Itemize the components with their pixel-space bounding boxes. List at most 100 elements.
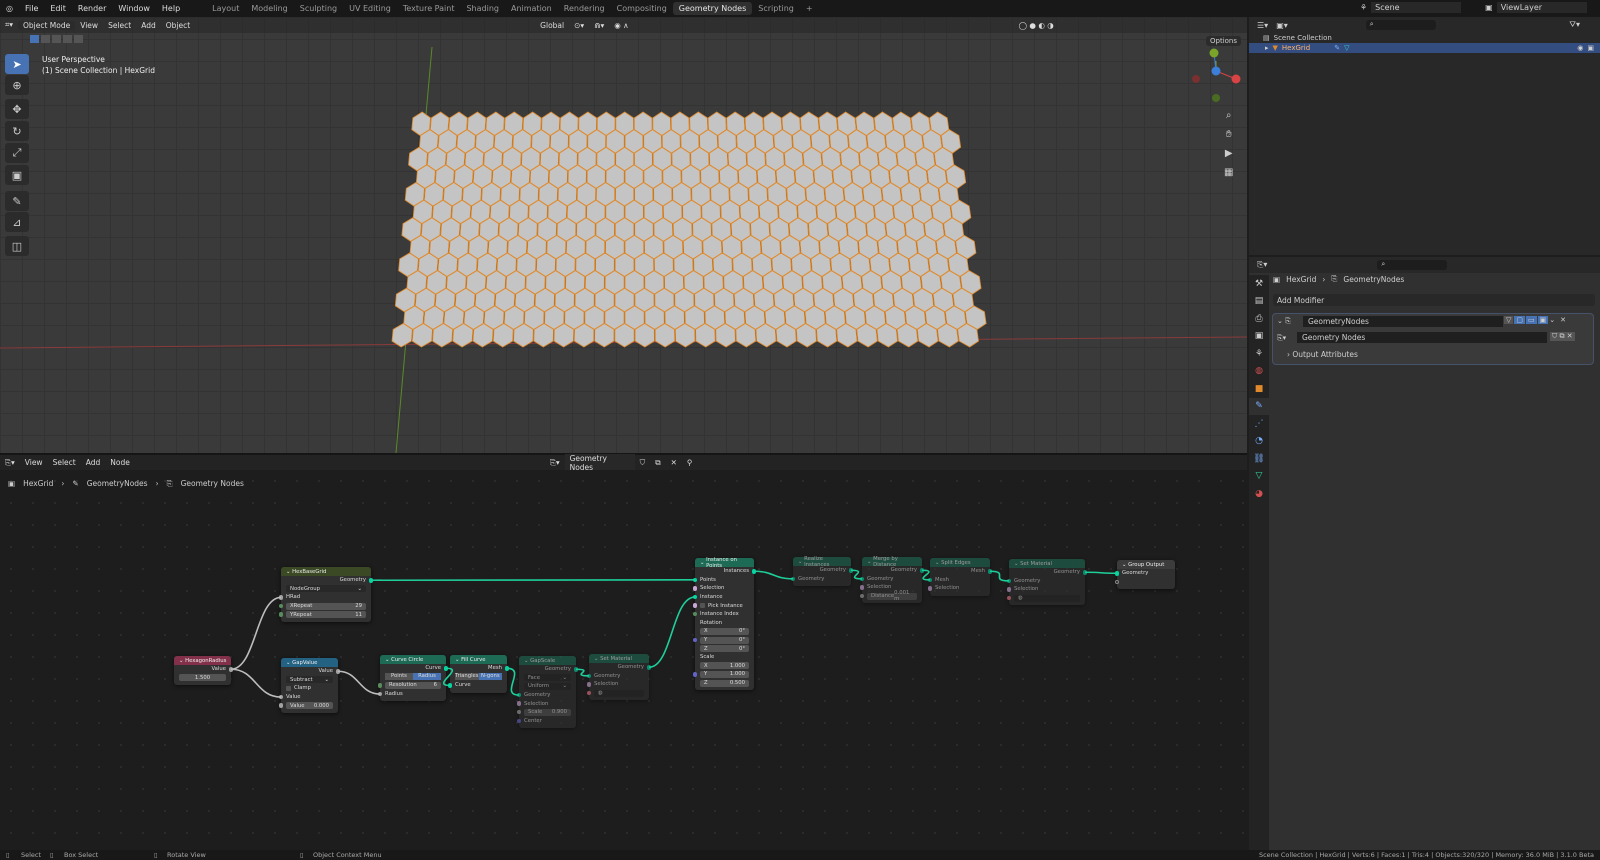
tab-animation[interactable]: Animation (505, 2, 558, 15)
view-layer-icon[interactable]: ▣ (1485, 3, 1493, 12)
modifier-name-field[interactable]: GeometryNodes (1303, 316, 1503, 327)
socket-float[interactable] (335, 669, 341, 674)
world-tab-icon[interactable]: ◍ (1249, 363, 1269, 381)
node-split-edges[interactable]: ⌄ Split Edges Mesh Mesh Selection (927, 558, 993, 596)
tab-texture-paint[interactable]: Texture Paint (397, 2, 461, 15)
checkbox[interactable] (286, 685, 291, 691)
node-header[interactable]: ⌄ HexagonRadius (174, 656, 231, 665)
proportional-edit-icon[interactable]: ◉ ∧ (609, 21, 633, 30)
scene-field[interactable]: Scene (1371, 2, 1462, 13)
collapse-chevron-icon[interactable]: ⌄ ⎘ (1277, 317, 1291, 326)
socket-geometry[interactable] (1006, 578, 1012, 584)
socket-bool[interactable] (586, 682, 592, 687)
socket-float[interactable] (228, 667, 234, 672)
node-header[interactable]: ⌄ HexBaseGrid (281, 567, 371, 576)
value-field[interactable]: Z 0° (700, 645, 749, 653)
node-hexbasegrid[interactable]: ⌄ HexBaseGrid Geometry NodeGroup ⌄ HRad XRepe… (278, 567, 374, 622)
render-camera-icon[interactable]: ▣ (1587, 44, 1594, 52)
menu-edit[interactable]: Edit (44, 4, 72, 13)
render-tab-icon[interactable]: ▤ (1249, 293, 1269, 311)
transform-tool-icon[interactable]: ▣ (5, 165, 29, 185)
material-tab-icon[interactable]: ◕ (1249, 485, 1269, 503)
fake-user-icon[interactable]: ⛉ (635, 458, 651, 468)
socket-vector[interactable] (516, 718, 522, 724)
filter-icon-left[interactable]: ▣▾ (1276, 21, 1288, 30)
viewport-menu-select[interactable]: Select (103, 21, 136, 30)
viewport-menu-object[interactable]: Object (161, 21, 195, 30)
tool-tab-icon[interactable]: ⚒ (1249, 275, 1269, 293)
material-field[interactable]: ◍ (1014, 594, 1080, 602)
socket-geometry[interactable] (573, 667, 579, 672)
socket-geometry[interactable] (848, 568, 854, 573)
modifier-icon[interactable]: ✎ (1334, 44, 1340, 52)
node-realize-instances[interactable]: ⌄ Realize Instances Geometry Geometry (790, 556, 854, 587)
socket-bool[interactable] (1006, 587, 1012, 592)
add-modifier-dropdown[interactable]: Add Modifier (1273, 294, 1595, 306)
socket-material[interactable] (586, 690, 592, 696)
menu-window[interactable]: Window (112, 4, 156, 13)
node-group-field[interactable]: Geometry Nodes (1297, 332, 1547, 343)
output-tab-icon[interactable]: ⎙ (1249, 310, 1269, 328)
editor-type-icon[interactable]: ⌗▾ (0, 20, 18, 30)
material-field[interactable]: ◍ (594, 689, 644, 697)
dropdown-icon[interactable]: ⌄ (1549, 316, 1555, 324)
socket-geometry[interactable] (443, 666, 449, 671)
menu-file[interactable]: File (19, 4, 44, 13)
measure-tool-icon[interactable]: ⊿ (5, 212, 29, 232)
node-group-actions-icon[interactable]: ⛉ ⧉ ✕ (1550, 332, 1575, 341)
node-menu-select[interactable]: Select (48, 458, 81, 467)
dropdown[interactable]: Subtract ⌄ (286, 676, 333, 684)
socket-bool[interactable] (516, 701, 522, 706)
value-field[interactable]: Z 0.500 (700, 679, 749, 687)
node-menu-view[interactable]: View (20, 458, 48, 467)
node-fill-curve[interactable]: ⌄ Fill Curve Mesh Triangles N-gons Curve (447, 655, 510, 693)
value-field[interactable]: Scale 0.900 (524, 708, 571, 716)
value-field[interactable]: 1.500 (179, 674, 226, 682)
toggle-option[interactable]: Radius (413, 673, 441, 681)
node-header[interactable]: ⌄ Set Material (1009, 559, 1085, 568)
node-hexagonradius[interactable]: ⌄ HexagonRadius Value 1.500 (174, 656, 234, 686)
node-tree-field[interactable]: Geometry Nodes (564, 453, 635, 472)
node-header[interactable]: ⌄ Curve Circle (380, 655, 446, 664)
tab-rendering[interactable]: Rendering (558, 2, 611, 15)
socket-bool[interactable] (692, 603, 698, 608)
duplicate-icon[interactable]: ⧉ (650, 458, 665, 468)
node-header[interactable]: ⌄ GapValue (281, 658, 338, 667)
add-workspace-button[interactable]: + (800, 2, 819, 15)
socket-int[interactable] (278, 603, 284, 609)
menu-render[interactable]: Render (72, 4, 112, 13)
node-header[interactable]: ⌄ Instance on Points (695, 557, 754, 569)
rotate-tool-icon[interactable]: ↻ (5, 121, 29, 141)
node-set-material[interactable]: ⌄ Set Material Geometry Geometry Selection ◍ (1006, 559, 1088, 606)
dropdown[interactable]: Uniform ⌄ (524, 682, 571, 690)
socket-int[interactable] (278, 612, 284, 617)
socket-geometry[interactable] (987, 569, 993, 574)
select-box-tool-icon[interactable]: ➤ (5, 54, 29, 74)
node-header[interactable]: ⌄ Split Edges (930, 558, 990, 567)
value-field[interactable]: YRepeat 11 (286, 611, 366, 619)
socket-geometry[interactable] (927, 577, 933, 583)
value-field[interactable]: XRepeat 29 (286, 602, 366, 610)
value-field[interactable]: X 1.000 (700, 662, 749, 670)
select-mode-buttons[interactable] (30, 35, 83, 43)
tab-layout[interactable]: Layout (206, 2, 245, 15)
properties-editor-type-icon[interactable]: ⎘▾ (1257, 260, 1267, 270)
socket-geometry[interactable] (692, 594, 698, 600)
output-attributes-subpanel[interactable]: › Output Attributes (1287, 350, 1358, 359)
socket-geometry[interactable] (504, 666, 510, 671)
value-field[interactable]: Value 0.000 (286, 702, 333, 710)
socket-float[interactable] (377, 691, 383, 697)
tab-uv-editing[interactable]: UV Editing (343, 2, 397, 15)
tab-modeling[interactable]: Modeling (245, 2, 293, 15)
camera-icon[interactable]: ▶ (1224, 144, 1233, 163)
render-icon[interactable]: ▣ (1537, 316, 1549, 324)
particles-tab-icon[interactable]: ⋰ (1249, 415, 1269, 433)
blender-logo-icon[interactable]: ◎ (0, 4, 19, 13)
node-menu-add[interactable]: Add (81, 458, 106, 467)
view-layer-tab-icon[interactable]: ▣ (1249, 328, 1269, 346)
node-header[interactable]: ⌄ Merge by Distance (862, 556, 922, 568)
zoom-icon[interactable]: ⌕ (1224, 106, 1233, 125)
toggle-option[interactable]: Points (385, 673, 413, 681)
socket-int[interactable] (692, 611, 698, 617)
modifier-tab-icon[interactable]: ✎ (1249, 397, 1269, 415)
